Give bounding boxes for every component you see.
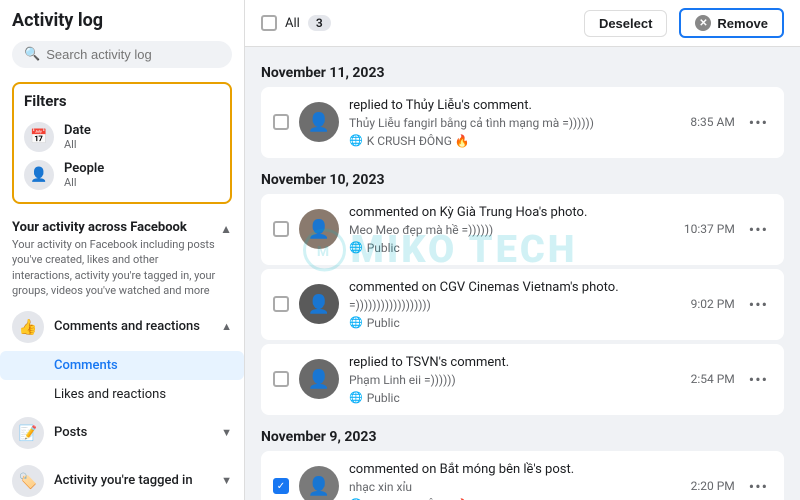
nav-label-posts: Posts: [54, 425, 87, 440]
activity-checkbox-a5[interactable]: ✓: [273, 478, 289, 494]
avatar-a3: 👤: [299, 284, 339, 324]
more-button-a4[interactable]: •••: [745, 370, 772, 389]
avatar-a1: 👤: [299, 102, 339, 142]
activity-collapse-icon[interactable]: ▲: [220, 220, 232, 236]
activity-desc: Your activity on Facebook including post…: [12, 237, 220, 299]
tagged-icon: 🏷️: [12, 465, 44, 497]
more-button-a5[interactable]: •••: [745, 477, 772, 496]
date-header-nov10: November 10, 2023: [261, 162, 784, 194]
search-box[interactable]: 🔍: [12, 41, 232, 68]
search-icon: 🔍: [24, 47, 40, 62]
avatar-a5: 👤: [299, 466, 339, 500]
activity-time-a1: 8:35 AM: [690, 115, 734, 129]
filter-date[interactable]: 📅 Date All: [24, 118, 220, 156]
activity-meta-a2: 🌐 Public: [349, 241, 674, 255]
activity-checkbox-a2[interactable]: [273, 221, 289, 237]
all-label: All: [285, 16, 300, 31]
avatar-a2: 👤: [299, 209, 339, 249]
activity-detail-a1: Thủy Liễu fangirl bằng cả tình mạng mà =…: [349, 115, 680, 132]
activity-time-a2: 10:37 PM: [684, 222, 735, 236]
sidebar: Activity log 🔍 Filters 📅 Date All 👤 Peop…: [0, 0, 245, 500]
posts-chevron-icon: ▼: [221, 426, 232, 439]
filters-section: Filters 📅 Date All 👤 People All: [12, 82, 232, 204]
activity-card-a4: 👤 replied to TSVN's comment. Phạm Linh e…: [261, 344, 784, 415]
main-content: All 3 Deselect ✕ Remove November 11, 202…: [245, 0, 800, 500]
select-all-checkbox[interactable]: [261, 15, 277, 31]
tagged-chevron-icon: ▼: [221, 474, 232, 487]
date-icon: 📅: [24, 122, 54, 152]
globe-icon-a2: 🌐: [349, 241, 363, 254]
more-button-a2[interactable]: •••: [745, 220, 772, 239]
remove-button[interactable]: ✕ Remove: [679, 8, 784, 38]
activity-title: Your activity across Facebook: [12, 220, 220, 235]
activity-time-a3: 9:02 PM: [691, 297, 735, 311]
sub-item-likes[interactable]: Likes and reactions: [0, 380, 244, 409]
activity-checkbox-a1[interactable]: [273, 114, 289, 130]
activity-card-a2: 👤 commented on Kỳ Già Trung Hoa's photo.…: [261, 194, 784, 265]
count-badge: 3: [308, 15, 331, 31]
posts-icon: 📝: [12, 417, 44, 449]
activity-text-a5: commented on Bắt móng bên lề's post.: [349, 461, 681, 479]
activity-meta-a4: 🌐 Public: [349, 391, 681, 405]
activity-checkbox-a3[interactable]: [273, 296, 289, 312]
activity-detail-a4: Phạm Linh eii =)))))): [349, 372, 681, 389]
filters-title: Filters: [24, 92, 220, 110]
activity-text-a1: replied to Thủy Liễu's comment.: [349, 97, 680, 115]
activity-checkbox-a4[interactable]: [273, 371, 289, 387]
activity-card-a1: 👤 replied to Thủy Liễu's comment. Thủy L…: [261, 87, 784, 158]
filter-people-sub: All: [64, 176, 104, 189]
activity-meta-a1: 🌐 K CRUSH ĐÔNG 🔥: [349, 134, 680, 148]
activity-detail-a5: nhạc xin xỉu: [349, 479, 681, 496]
remove-x-icon: ✕: [695, 15, 711, 31]
people-icon: 👤: [24, 160, 54, 190]
date-header-nov11: November 11, 2023: [261, 55, 784, 87]
page-title: Activity log: [0, 0, 244, 37]
filter-people[interactable]: 👤 People All: [24, 156, 220, 194]
comments-icon: 👍: [12, 311, 44, 343]
search-input[interactable]: [46, 47, 220, 62]
avatar-a4: 👤: [299, 359, 339, 399]
more-button-a1[interactable]: •••: [745, 113, 772, 132]
activity-section: Your activity across Facebook Your activ…: [0, 210, 244, 303]
activity-card-a5: ✓ 👤 commented on Bắt móng bên lề's post.…: [261, 451, 784, 500]
activity-text-a4: replied to TSVN's comment.: [349, 354, 681, 372]
activity-feed: November 11, 2023 👤 replied to Thủy Liễu…: [245, 47, 800, 500]
nav-item-tagged[interactable]: 🏷️ Activity you're tagged in ▼: [0, 457, 244, 500]
top-bar: All 3 Deselect ✕ Remove: [245, 0, 800, 47]
remove-label: Remove: [717, 16, 768, 31]
filter-date-label: Date: [64, 123, 91, 138]
nav-label-comments: Comments and reactions: [54, 319, 200, 334]
activity-time-a4: 2:54 PM: [691, 372, 735, 386]
filter-date-sub: All: [64, 138, 91, 151]
activity-meta-a3: 🌐 Public: [349, 316, 681, 330]
sub-item-comments[interactable]: Comments: [0, 351, 244, 380]
nav-item-posts[interactable]: 📝 Posts ▼: [0, 409, 244, 457]
activity-text-a3: commented on CGV Cinemas Vietnam's photo…: [349, 279, 681, 297]
deselect-button[interactable]: Deselect: [584, 10, 667, 37]
activity-detail-a2: Meo Meo đẹp mà hề =)))))): [349, 222, 674, 239]
activity-card-a3: 👤 commented on CGV Cinemas Vietnam's pho…: [261, 269, 784, 340]
activity-text-a2: commented on Kỳ Già Trung Hoa's photo.: [349, 204, 674, 222]
nav-item-comments[interactable]: 👍 Comments and reactions ▲: [0, 303, 244, 351]
globe-icon-a1: 🌐: [349, 134, 363, 147]
nav-label-tagged: Activity you're tagged in: [54, 473, 193, 488]
globe-icon-a4: 🌐: [349, 391, 363, 404]
comments-chevron-icon: ▲: [221, 320, 232, 333]
activity-time-a5: 2:20 PM: [691, 479, 735, 493]
date-header-nov9: November 9, 2023: [261, 419, 784, 451]
activity-detail-a3: =)))))))))))))))))): [349, 297, 681, 314]
more-button-a3[interactable]: •••: [745, 295, 772, 314]
filter-people-label: People: [64, 161, 104, 176]
globe-icon-a3: 🌐: [349, 316, 363, 329]
